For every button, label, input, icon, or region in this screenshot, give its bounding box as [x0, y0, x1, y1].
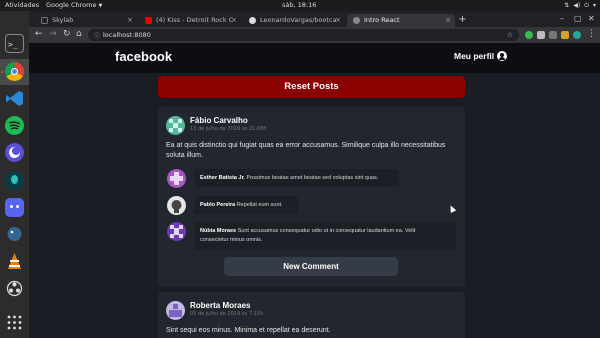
home-button[interactable]: ⌂	[76, 29, 82, 40]
github-favicon-icon	[249, 17, 256, 24]
post-card: Fábio Carvalho 13 de julho de 2019 às 21…	[158, 107, 465, 287]
obs-icon[interactable]	[5, 279, 24, 298]
app-name: Google Chrome	[46, 1, 97, 9]
vlc-icon[interactable]	[5, 252, 24, 271]
clock[interactable]: sáb, 18:16	[282, 0, 316, 11]
browser-toolbar: ← → ↻ ⌂ ⓘ localhost:8080 ☆ ⋮	[29, 27, 600, 43]
post-date: 05 de julho de 2019 às 7:15h	[190, 311, 264, 317]
info-icon[interactable]: ⓘ	[94, 31, 100, 40]
profile-link[interactable]: Meu perfil	[454, 51, 508, 61]
system-top-bar: Atividades Google Chrome ▼ sáb, 18:16 ⇅ ◀…	[0, 0, 600, 11]
terminal-icon[interactable]: >_	[5, 34, 24, 53]
new-tab-button[interactable]: +	[457, 15, 468, 26]
post-author[interactable]: Fábio Carvalho	[190, 116, 248, 125]
forward-button[interactable]: →	[49, 29, 57, 40]
skylab-favicon-icon	[41, 17, 48, 24]
close-icon[interactable]: ×	[445, 14, 451, 27]
extension-icon[interactable]	[573, 31, 581, 39]
comment: Pablo Pereira Repellat eum sunt.	[194, 196, 298, 214]
comment: Esther Batista Jr. Possimus beatae amet …	[194, 169, 399, 187]
avatar[interactable]	[167, 222, 186, 241]
discord-icon[interactable]	[5, 198, 24, 217]
address-bar[interactable]: ⓘ localhost:8080 ☆	[88, 29, 519, 41]
menu-kebab-icon[interactable]: ⋮	[587, 29, 596, 40]
comment-text: Possimus beatae amet beatae sed voluptas…	[246, 175, 379, 181]
post-card: Roberta Moraes 05 de julho de 2019 às 7:…	[158, 292, 465, 338]
site-header: facebook Meu perfil	[29, 43, 600, 73]
tab-intro-react[interactable]: Intro React ×	[347, 14, 455, 27]
globe-favicon-icon	[353, 17, 360, 24]
running-indicator	[1, 71, 3, 73]
reset-posts-button[interactable]: Reset Posts	[158, 76, 465, 98]
tab-label: Skylab	[52, 16, 74, 24]
close-window-button[interactable]: ✕	[588, 14, 595, 23]
maximize-button[interactable]: ▢	[574, 14, 582, 23]
postgres-icon[interactable]	[5, 225, 24, 244]
comment-author[interactable]: Núbia Moraes	[200, 228, 236, 234]
avatar[interactable]	[167, 169, 186, 188]
avatar[interactable]	[166, 116, 185, 135]
network-icon: ⇅	[564, 2, 570, 9]
tab-strip: Skylab × (4) Kiss - Detroit Rock C × Leo…	[29, 11, 600, 27]
system-tray[interactable]: ⇅ ◀) ⏻ ▾	[564, 0, 596, 11]
post-date: 13 de julho de 2019 às 21:08h	[190, 126, 267, 132]
extension-icon[interactable]	[549, 31, 557, 39]
chrome-icon[interactable]	[5, 62, 24, 81]
avatar[interactable]	[167, 196, 186, 215]
vscode-icon[interactable]	[5, 89, 24, 108]
post-text-line: Sint sequi eos minus. Minima et repellat…	[166, 327, 331, 334]
svg-text:>_: >_	[8, 40, 18, 49]
chevron-down-icon: ▾	[592, 2, 596, 9]
dock: >_	[0, 11, 29, 338]
post-text-line: Ea at quis distinctio qui fugiat quas ea…	[166, 142, 446, 149]
star-icon[interactable]: ☆	[507, 29, 513, 41]
back-button[interactable]: ←	[35, 29, 43, 40]
comment-author[interactable]: Pablo Pereira	[200, 202, 235, 208]
comment-author[interactable]: Esther Batista Jr.	[200, 175, 245, 181]
profile-label: Meu perfil	[454, 51, 495, 61]
tab-github[interactable]: LeonardoVargas/bootca ×	[243, 14, 345, 27]
youtube-favicon-icon	[145, 17, 152, 24]
tab-youtube[interactable]: (4) Kiss - Detroit Rock C ×	[139, 14, 241, 27]
page-viewport: facebook Meu perfil Reset Posts Fábio Ca…	[29, 43, 600, 338]
chevron-down-icon: ▼	[98, 3, 103, 9]
extension-icon[interactable]	[525, 31, 533, 39]
close-icon[interactable]: ×	[335, 14, 341, 27]
comment: Núbia Moraes Sunt accusamus consequatur …	[194, 222, 456, 250]
minimize-button[interactable]: –	[560, 14, 564, 23]
close-icon[interactable]: ×	[127, 14, 133, 27]
new-comment-button[interactable]: New Comment	[224, 257, 398, 276]
spotify-icon[interactable]	[5, 116, 24, 135]
close-icon[interactable]: ×	[231, 14, 237, 27]
gitkraken-icon[interactable]	[5, 171, 24, 190]
tab-label: LeonardoVargas/bootca	[260, 16, 337, 24]
extension-icon[interactable]	[537, 31, 545, 39]
volume-icon: ◀)	[573, 2, 581, 9]
tab-label: (4) Kiss - Detroit Rock C	[156, 16, 234, 24]
activities-button[interactable]: Atividades	[5, 0, 39, 11]
browser-app-icon[interactable]	[5, 143, 24, 162]
post-text: Sint sequi eos minus. Minima et repellat…	[166, 326, 461, 336]
comment-text: Repellat eum sunt.	[236, 202, 283, 208]
avatar[interactable]	[166, 301, 185, 320]
tab-label: Intro React	[364, 16, 400, 24]
comment-text: consectetur minus omnis.	[200, 236, 263, 243]
tab-skylab[interactable]: Skylab ×	[35, 14, 137, 27]
site-logo[interactable]: facebook	[115, 49, 172, 64]
user-icon	[497, 51, 508, 61]
url-text: localhost:8080	[103, 31, 151, 39]
reload-button[interactable]: ↻	[63, 29, 71, 40]
comment-text: Sunt accusamus consequatur odio ut in co…	[237, 228, 416, 234]
post-text-line: soluta illum.	[166, 151, 203, 159]
post-text: Ea at quis distinctio qui fugiat quas ea…	[166, 141, 461, 160]
power-icon: ⏻	[584, 2, 589, 9]
extension-icon[interactable]	[561, 31, 569, 39]
post-author[interactable]: Roberta Moraes	[190, 301, 250, 310]
apps-grid-icon[interactable]	[5, 313, 24, 332]
